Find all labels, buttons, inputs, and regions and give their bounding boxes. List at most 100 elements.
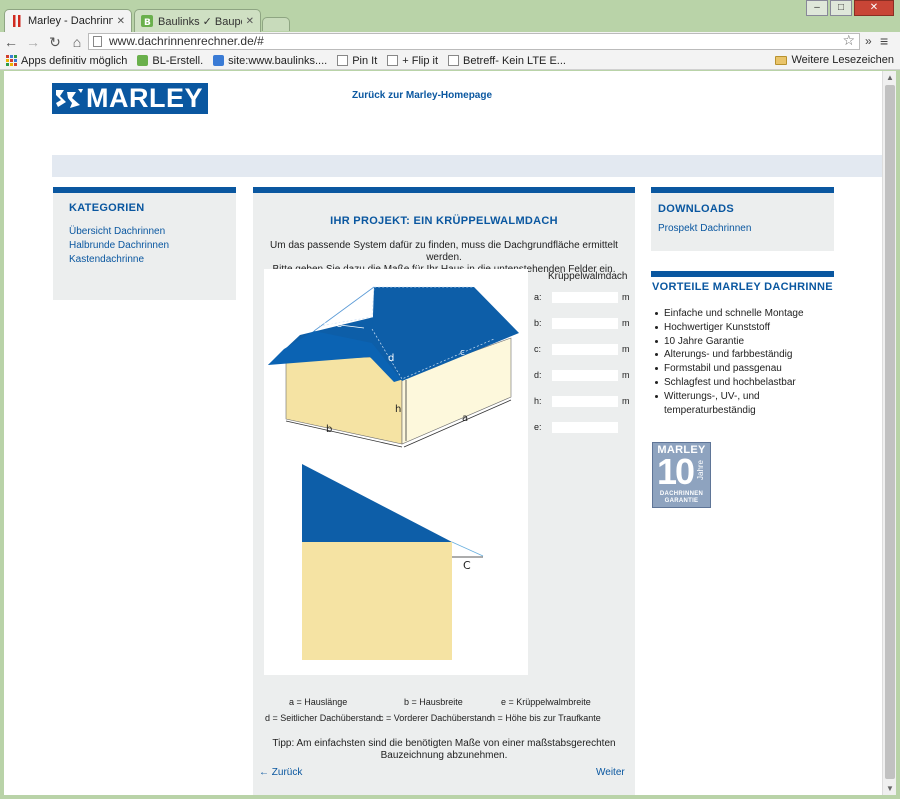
roof-diagram-svg: b a h d e c C [268, 286, 519, 660]
badge-unit: Jahre [696, 459, 705, 480]
url-text: www.dachrinnenrechner.de/# [109, 34, 264, 48]
legend-b: b = Hausbreite [404, 697, 463, 707]
field-label: a: [534, 292, 542, 302]
tip-text: Tipp: Am einfachsten sind die benötigten… [253, 738, 635, 762]
field-row-d: d: m [534, 368, 634, 382]
other-bookmarks[interactable]: Weitere Lesezeichen [775, 54, 894, 66]
reload-icon[interactable]: ↻ [44, 34, 66, 51]
marley-logo-mark-icon [52, 83, 86, 114]
input-b[interactable] [552, 317, 618, 329]
apps-grid-icon [6, 55, 17, 66]
download-link-brochure[interactable]: Prospekt Dachrinnen [658, 222, 834, 236]
category-link-half-round[interactable]: Halbrunde Dachrinnen [69, 239, 236, 253]
page-icon [93, 36, 102, 47]
minimize-icon[interactable]: – [806, 0, 828, 16]
input-d[interactable] [552, 369, 618, 381]
list-item: Einfache und schnelle Montage [655, 307, 834, 321]
field-row-c: c: m [534, 342, 634, 356]
bookmark-label: + Flip it [402, 54, 439, 67]
bookmark-betreff[interactable]: Betreff- Kein LTE E... [448, 55, 566, 67]
other-bookmarks-label: Weitere Lesezeichen [791, 54, 894, 66]
input-a[interactable] [552, 291, 618, 303]
legend-e: e = Krüppelwalmbreite [501, 697, 591, 707]
maximize-icon[interactable]: □ [830, 0, 852, 16]
bookmark-label: Pin It [352, 54, 378, 67]
back-arrow-icon[interactable]: ← [0, 34, 22, 50]
menu-icon[interactable]: ≡ [880, 33, 888, 49]
bookmark-label: Apps definitiv möglich [21, 54, 128, 67]
bookmark-apps[interactable]: Apps definitiv möglich [6, 55, 127, 67]
field-row-h: h: m [534, 394, 634, 408]
bookmark-label: BL-Erstell. [152, 54, 204, 67]
bookmark-flip-it[interactable]: + Flip it [387, 55, 438, 67]
category-link-overview[interactable]: Übersicht Dachrinnen [69, 225, 236, 239]
legend-d: d = Seitlicher Dachüberstand [265, 713, 381, 723]
input-e[interactable] [552, 421, 618, 433]
input-c[interactable] [552, 343, 618, 355]
close-tab-icon[interactable]: ✕ [117, 16, 125, 27]
bookmark-bl-erstell[interactable]: BL-Erstell. [137, 55, 203, 67]
diagram-label-a: a [462, 413, 468, 424]
category-link-box-gutter[interactable]: Kastendachrinne [69, 253, 236, 267]
forward-arrow-icon[interactable]: → [22, 34, 44, 50]
diagram-label-c: C [463, 559, 471, 572]
section-overhang-line [451, 541, 484, 557]
tab-baulinks[interactable]: B Baulinks ✓ Bauportal fü ✕ [134, 9, 261, 32]
list-item: Alterungs- und farbbeständig [655, 348, 834, 362]
tip-line: Tipp: Am einfachsten sind die benötigten… [272, 738, 616, 749]
page-icon [337, 55, 349, 66]
vertical-scrollbar[interactable]: ▲ ▼ [882, 71, 896, 795]
scrollbar-thumb[interactable] [885, 85, 895, 779]
diagram-label-b: b [326, 424, 332, 435]
field-label: d: [534, 370, 542, 380]
logo-wordmark: MARLEY [86, 83, 203, 113]
input-h[interactable] [552, 395, 618, 407]
diagram-label-c-small: c [460, 348, 465, 358]
bookmark-star-icon[interactable]: ☆ [842, 33, 855, 48]
bookmark-label: Betreff- Kein LTE E... [463, 54, 566, 67]
diagram-label-e: e [336, 319, 342, 330]
address-bar[interactable]: www.dachrinnenrechner.de/# ☆ [88, 33, 860, 50]
scroll-up-icon[interactable]: ▲ [886, 73, 894, 82]
scroll-down-icon[interactable]: ▼ [886, 784, 894, 793]
field-row-b: b: m [534, 316, 634, 330]
badge-number: 10 [657, 451, 695, 492]
extensions-chevron-icon[interactable]: » [865, 34, 872, 48]
project-panel: IHR PROJEKT: EIN KRÜPPELWALMDACH Um das … [253, 187, 635, 795]
next-link[interactable]: Weiter [596, 766, 625, 780]
section-roof-triangle [302, 464, 452, 542]
google-favicon [213, 55, 225, 66]
bookmark-pin-it[interactable]: Pin It [337, 55, 377, 67]
field-unit: m [622, 318, 630, 328]
back-to-homepage-link[interactable]: Zurück zur Marley-Homepage [352, 90, 492, 101]
legend-h: h = Höhe bis zur Traufkante [490, 713, 601, 723]
diagram-label-h: h [395, 404, 401, 415]
field-unit: m [622, 370, 630, 380]
field-row-e: e: [534, 420, 634, 434]
folder-icon [775, 55, 788, 65]
bookmark-label: site:www.baulinks.... [228, 54, 328, 67]
tab-marley[interactable]: Marley - Dachrinnenrec ✕ [4, 9, 132, 32]
field-label: e: [534, 422, 542, 432]
list-item: Schlagfest und hochbelastbar [655, 376, 834, 390]
bookmark-site-search[interactable]: site:www.baulinks.... [213, 55, 327, 67]
field-label: c: [534, 344, 542, 354]
advantages-top-bar [651, 271, 834, 277]
close-window-icon[interactable]: ✕ [854, 0, 894, 16]
field-unit: m [622, 396, 630, 406]
badge-caption-line: DACHRINNEN [659, 491, 704, 497]
panel-top-bar [53, 187, 236, 193]
field-label: b: [534, 318, 542, 328]
new-tab-button[interactable] [262, 17, 290, 31]
bookmarks-bar: Apps definitiv möglich BL-Erstell. site:… [0, 52, 900, 70]
list-item: Hochwertiger Kunststoff [655, 321, 834, 335]
field-row-a: a: m [534, 290, 634, 304]
marley-logo[interactable]: MARLEY [52, 83, 208, 114]
close-tab-icon[interactable]: ✕ [246, 16, 254, 27]
list-item: Witterungs-, UV-, und temperaturbeständi… [655, 390, 834, 418]
back-link[interactable]: ← Zurück [259, 766, 302, 780]
intro-line: Um das passende System dafür zu finden, … [270, 240, 618, 263]
panel-top-bar [253, 187, 635, 193]
roof-diagram: b a h d e c C [264, 269, 528, 675]
home-icon[interactable]: ⌂ [66, 34, 88, 50]
